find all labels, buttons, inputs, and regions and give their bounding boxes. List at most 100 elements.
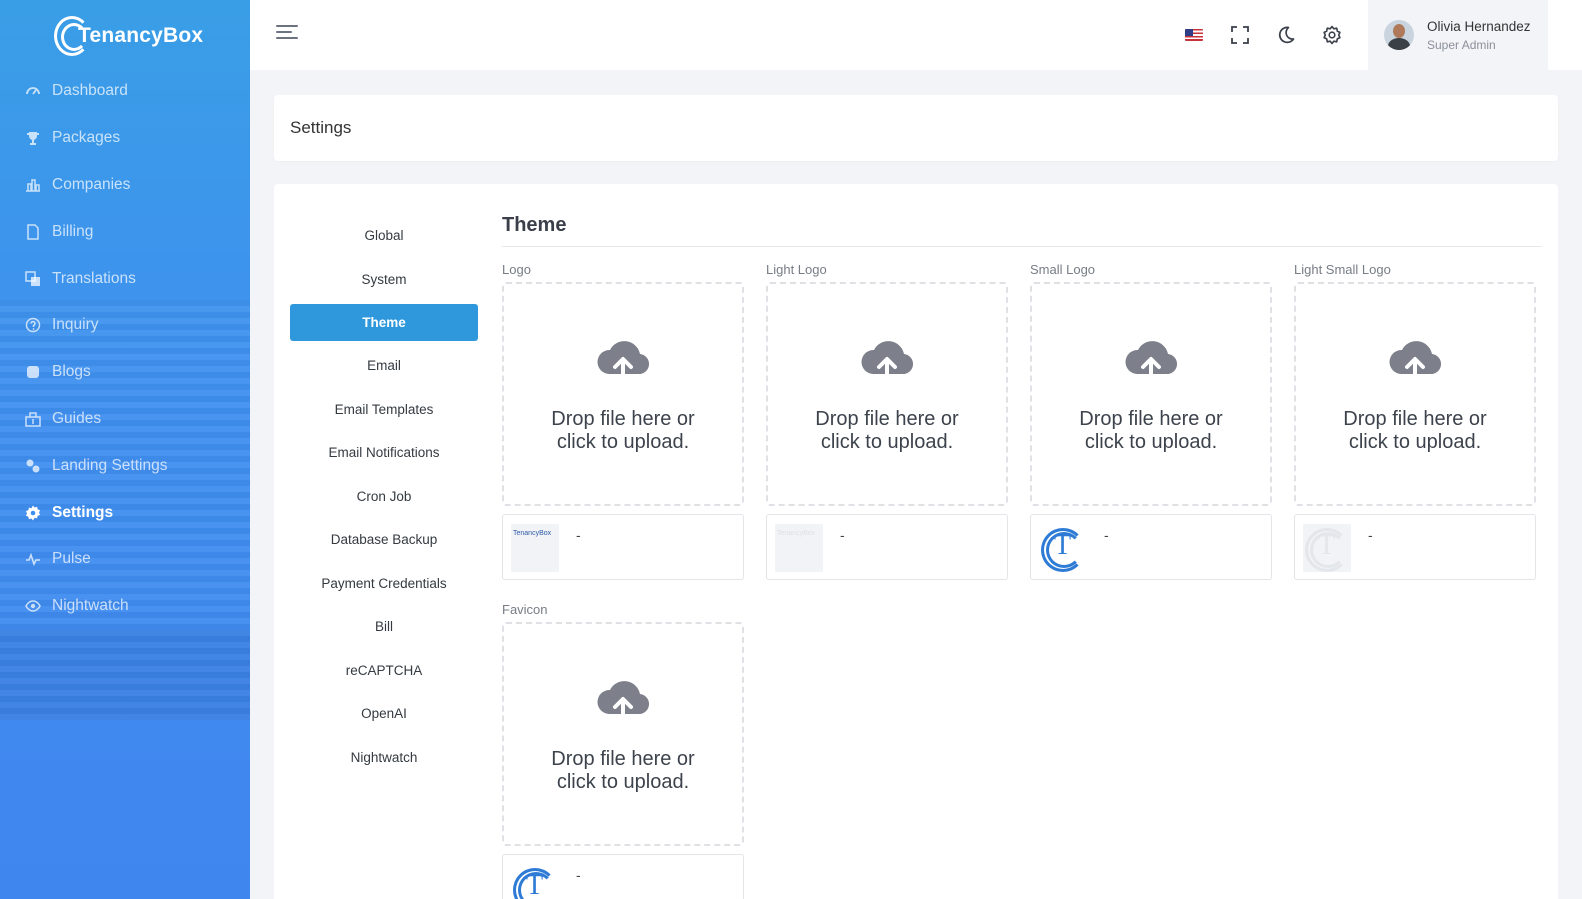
tab-system[interactable]: System bbox=[290, 258, 478, 302]
dropzone-text: Drop file here or click to upload. bbox=[551, 408, 695, 453]
tab-payment-credentials[interactable]: Payment Credentials bbox=[290, 562, 478, 606]
sidebar-item-settings[interactable]: Settings bbox=[0, 489, 250, 536]
page-heading-card: Settings bbox=[274, 95, 1558, 161]
tab-openai[interactable]: OpenAI bbox=[290, 692, 478, 736]
small-logo-dropzone[interactable]: Drop file here or click to upload. bbox=[1030, 282, 1272, 506]
light-logo-thumbnail: TenancyBox bbox=[775, 524, 823, 572]
tab-email[interactable]: Email bbox=[290, 344, 478, 388]
sidebar-item-companies[interactable]: Companies bbox=[0, 162, 250, 209]
light-small-logo-dropzone[interactable]: Drop file here or click to upload. bbox=[1294, 282, 1536, 506]
thumbnail-logo-text: TenancyBox bbox=[777, 530, 816, 537]
sidebar-item-dashboard[interactable]: Dashboard bbox=[0, 68, 250, 115]
document-icon bbox=[25, 224, 41, 240]
trophy-icon bbox=[25, 130, 41, 146]
settings-tabs: Global System Theme Email Email Template… bbox=[290, 214, 478, 779]
light-small-logo-field: Light Small Logo Drop file here or click… bbox=[1294, 262, 1536, 580]
theme-section: Theme Logo Drop file here or click to up… bbox=[502, 214, 1542, 899]
favicon-field: Favicon Drop file here or click to uploa… bbox=[502, 602, 744, 899]
tab-global[interactable]: Global bbox=[290, 214, 478, 258]
dropzone-text: Drop file here or click to upload. bbox=[815, 408, 959, 453]
preview-value: - bbox=[1104, 527, 1109, 543]
tab-recaptcha[interactable]: reCAPTCHA bbox=[290, 649, 478, 693]
brand-mark-icon bbox=[54, 16, 90, 56]
brand-name: TenancyBox bbox=[78, 24, 204, 47]
user-menu[interactable]: Olivia Hernandez Super Admin bbox=[1368, 0, 1548, 70]
sidebar-item-label: Dashboard bbox=[52, 82, 128, 100]
logo-thumbnail: TenancyBox bbox=[511, 524, 559, 572]
favicon-dropzone[interactable]: Drop file here or click to upload. bbox=[502, 622, 744, 846]
tab-email-templates[interactable]: Email Templates bbox=[290, 388, 478, 432]
sidebar-item-translations[interactable]: Translations bbox=[0, 255, 250, 302]
page-title: Settings bbox=[290, 118, 352, 137]
guide-icon bbox=[25, 411, 41, 427]
cloud-upload-icon bbox=[597, 341, 650, 384]
translate-icon bbox=[25, 270, 41, 287]
light-logo-field: Light Logo Drop file here or click to up… bbox=[766, 262, 1008, 580]
gear-icon[interactable] bbox=[1320, 23, 1344, 47]
dropzone-text: Drop file here or click to upload. bbox=[551, 748, 695, 793]
tab-theme[interactable]: Theme bbox=[290, 304, 478, 341]
light-small-logo-preview: T - bbox=[1294, 514, 1536, 580]
logo-dropzone[interactable]: Drop file here or click to upload. bbox=[502, 282, 744, 506]
brand-logo[interactable]: TenancyBox bbox=[54, 14, 203, 58]
light-small-logo-thumbnail: T bbox=[1303, 524, 1351, 572]
field-label: Small Logo bbox=[1030, 262, 1096, 277]
sidebar-item-inquiry[interactable]: Inquiry bbox=[0, 302, 250, 349]
avatar bbox=[1384, 20, 1414, 50]
sidebar-item-pulse[interactable]: Pulse bbox=[0, 536, 250, 583]
pulse-icon bbox=[25, 551, 41, 567]
small-logo-thumbnail: T bbox=[1039, 524, 1087, 572]
menu-icon[interactable] bbox=[276, 25, 298, 45]
sidebar-item-label: Blogs bbox=[52, 363, 91, 381]
blog-icon bbox=[25, 364, 41, 380]
preview-value: - bbox=[576, 527, 581, 543]
small-logo-preview: T - bbox=[1030, 514, 1272, 580]
us-flag-icon[interactable] bbox=[1182, 23, 1206, 47]
topbar: Olivia Hernandez Super Admin bbox=[250, 0, 1582, 70]
cloud-upload-icon bbox=[1125, 341, 1178, 384]
tab-database-backup[interactable]: Database Backup bbox=[290, 518, 478, 562]
sidebar-item-landing-settings[interactable]: Landing Settings bbox=[0, 442, 250, 489]
moon-icon[interactable] bbox=[1274, 23, 1298, 47]
sidebar-item-nightwatch[interactable]: Nightwatch bbox=[0, 583, 250, 630]
bar-chart-icon bbox=[25, 177, 41, 193]
user-name: Olivia Hernandez bbox=[1427, 18, 1531, 34]
cogs-icon bbox=[25, 458, 41, 474]
gauge-icon bbox=[25, 83, 41, 99]
field-label: Light Small Logo bbox=[1294, 262, 1391, 277]
sidebar-item-packages[interactable]: Packages bbox=[0, 115, 250, 162]
sidebar-item-label: Settings bbox=[52, 503, 114, 521]
sidebar-item-label: Packages bbox=[52, 129, 121, 147]
dropzone-text: Drop file here or click to upload. bbox=[1343, 408, 1487, 453]
favicon-preview: T - bbox=[502, 854, 744, 899]
light-logo-dropzone[interactable]: Drop file here or click to upload. bbox=[766, 282, 1008, 506]
cloud-upload-icon bbox=[597, 681, 650, 724]
tab-bill[interactable]: Bill bbox=[290, 605, 478, 649]
fullscreen-icon[interactable] bbox=[1228, 23, 1252, 47]
logo-preview: TenancyBox - bbox=[502, 514, 744, 580]
sidebar-item-billing[interactable]: Billing bbox=[0, 208, 250, 255]
user-role: Super Admin bbox=[1427, 37, 1496, 52]
sidebar-item-label: Pulse bbox=[52, 550, 91, 568]
sidebar-item-label: Landing Settings bbox=[52, 456, 168, 474]
logo-field: Logo Drop file here or click to upload. … bbox=[502, 262, 744, 580]
sidebar-item-label: Companies bbox=[52, 175, 131, 193]
sidebar: TenancyBox Dashboard Packages Companies … bbox=[0, 0, 250, 899]
field-label: Logo bbox=[502, 262, 531, 277]
tab-cron-job[interactable]: Cron Job bbox=[290, 475, 478, 519]
sidebar-item-label: Nightwatch bbox=[52, 597, 129, 615]
settings-card: Global System Theme Email Email Template… bbox=[274, 184, 1558, 899]
tab-email-notifications[interactable]: Email Notifications bbox=[290, 431, 478, 475]
dropzone-text: Drop file here or click to upload. bbox=[1079, 408, 1223, 453]
sidebar-item-blogs[interactable]: Blogs bbox=[0, 349, 250, 396]
light-logo-preview: TenancyBox - bbox=[766, 514, 1008, 580]
sidebar-item-guides[interactable]: Guides bbox=[0, 396, 250, 443]
sidebar-nav: Dashboard Packages Companies Billing Tra… bbox=[0, 68, 250, 630]
small-logo-field: Small Logo Drop file here or click to up… bbox=[1030, 262, 1272, 580]
favicon-letter: T bbox=[526, 870, 544, 899]
preview-value: - bbox=[1368, 527, 1373, 543]
field-label: Favicon bbox=[502, 602, 548, 617]
tab-nightwatch[interactable]: Nightwatch bbox=[290, 736, 478, 780]
question-circle-icon bbox=[25, 317, 41, 333]
preview-value: - bbox=[576, 867, 581, 883]
